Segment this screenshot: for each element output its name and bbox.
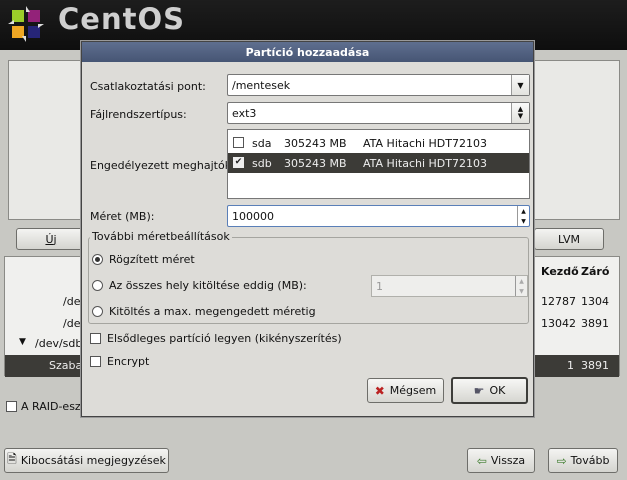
brand-name: CentOS (58, 2, 185, 36)
primary-partition-checkbox[interactable]: Elsődleges partíció legyen (kikényszerít… (90, 332, 342, 345)
cancel-button[interactable]: ✖ Mégsem (367, 378, 444, 403)
encrypt-checkbox[interactable]: Encrypt (90, 355, 149, 368)
ok-button[interactable]: ☛ OK (451, 377, 528, 404)
primary-label: Elsődleges partíció legyen (kikényszerít… (107, 332, 342, 345)
row-device: Szaba (49, 359, 83, 372)
size-spinbox[interactable]: 100000 ▲ ▼ (227, 205, 530, 227)
lvm-button[interactable]: LVM (534, 228, 604, 250)
drive-name: sda (252, 137, 272, 150)
row-device: /dev/sdb (35, 337, 83, 350)
raid-checkbox-box[interactable] (6, 401, 17, 412)
header-start: Kezdő (541, 265, 579, 278)
radio-button-selected[interactable] (92, 254, 103, 265)
radio-button[interactable] (92, 280, 103, 291)
drive-size: 305243 MB (284, 157, 347, 170)
back-arrow-icon: ⇦ (476, 453, 487, 468)
radio-fixed-label: Rögzített méret (109, 253, 195, 266)
mount-point-combo[interactable]: /mentesek ▼ (227, 74, 530, 96)
cancel-label: Mégsem (389, 384, 437, 397)
dropdown-arrow-icon[interactable]: ▼ (511, 75, 529, 95)
drive-model: ATA Hitachi HDT72103 (363, 157, 487, 170)
spin-up-icon[interactable]: ▲ (516, 276, 527, 286)
centos-logo-icon (8, 6, 44, 42)
size-value: 100000 (232, 209, 274, 223)
drive-checkbox[interactable] (233, 137, 244, 148)
row-start: 13042 (541, 317, 576, 330)
mount-point-value: /mentesek (232, 78, 291, 92)
spin-down-icon[interactable]: ▼ (516, 286, 527, 296)
ok-label: OK (489, 384, 506, 397)
raid-label: A RAID-eszk (21, 400, 88, 413)
new-partition-button[interactable]: Új (16, 228, 86, 250)
ok-hand-icon: ☛ (473, 383, 485, 398)
fill-until-value: 1 (376, 279, 383, 293)
radio-fill-until[interactable]: Az összes hely kitöltése eddig (MB): (92, 279, 307, 292)
dialog-title: Partíció hozzaadása (82, 42, 533, 62)
drives-label: Engedélyezett meghajtók: (90, 159, 235, 172)
back-label: Vissza (490, 454, 526, 467)
add-partition-dialog: Partíció hozzaadása Csatlakoztatási pont… (81, 41, 534, 417)
release-notes-label: Kibocsátási megjegyzések (20, 454, 166, 467)
new-button-label: Új (45, 232, 57, 246)
updown-arrow-icon[interactable]: ▲ ▼ (511, 103, 529, 123)
fill-spin-buttons[interactable]: ▲ ▼ (515, 276, 527, 296)
next-arrow-icon: ⇨ (556, 453, 567, 468)
lvm-button-label: LVM (558, 232, 580, 246)
size-spin-buttons[interactable]: ▲ ▼ (517, 206, 529, 226)
cancel-x-icon: ✖ (374, 383, 385, 398)
encrypt-label: Encrypt (107, 355, 150, 368)
row-start: 12787 (541, 295, 576, 308)
fill-until-spinbox[interactable]: 1 ▲ ▼ (371, 275, 528, 297)
release-notes-button[interactable]: 🗎 Kibocsátási megjegyzések (4, 448, 169, 473)
row-end: 3891 (581, 317, 609, 330)
radio-fill-max[interactable]: Kitöltés a max. megengedett méretig (92, 305, 316, 318)
drive-model: ATA Hitachi HDT72103 (363, 137, 487, 150)
fs-type-combo[interactable]: ext3 ▲ ▼ (227, 102, 530, 124)
row-end: 1304 (581, 295, 609, 308)
radio-fixed-size[interactable]: Rögzített méret (92, 253, 195, 266)
fs-type-value: ext3 (232, 106, 257, 120)
drive-checkbox-checked[interactable]: ✔ (233, 157, 244, 168)
radio-fill-max-label: Kitöltés a max. megengedett méretig (109, 305, 316, 318)
radio-button[interactable] (92, 306, 103, 317)
document-icon: 🗎 (7, 452, 17, 466)
fs-type-label: Fájlrendszertípus: (90, 108, 187, 121)
size-label: Méret (MB): (90, 210, 155, 223)
next-label: Tovább (570, 454, 610, 467)
row-start: 1 (567, 359, 574, 372)
primary-checkbox-box[interactable] (90, 333, 101, 344)
expander-icon[interactable]: ▼ (19, 337, 26, 347)
header-end: Záró (581, 265, 610, 278)
spin-down-icon[interactable]: ▼ (518, 216, 529, 226)
drives-list[interactable]: sda 305243 MB ATA Hitachi HDT72103 ✔ sdb… (227, 129, 530, 199)
drive-name: sdb (252, 157, 272, 170)
raid-checkbox[interactable]: A RAID-eszk (6, 400, 87, 413)
drive-row-sda[interactable]: sda 305243 MB ATA Hitachi HDT72103 (228, 133, 529, 153)
row-end: 3891 (581, 359, 609, 372)
drive-row-sdb[interactable]: ✔ sdb 305243 MB ATA Hitachi HDT72103 (228, 153, 529, 173)
radio-fill-until-label: Az összes hely kitöltése eddig (MB): (109, 279, 307, 292)
back-button[interactable]: ⇦ Vissza (467, 448, 535, 473)
mount-point-label: Csatlakoztatási pont: (90, 80, 206, 93)
encrypt-checkbox-box[interactable] (90, 356, 101, 367)
drive-size: 305243 MB (284, 137, 347, 150)
next-button[interactable]: ⇨ Tovább (548, 448, 618, 473)
size-options-legend: További méretbeállítások (90, 230, 232, 243)
spin-up-icon[interactable]: ▲ (518, 206, 529, 216)
